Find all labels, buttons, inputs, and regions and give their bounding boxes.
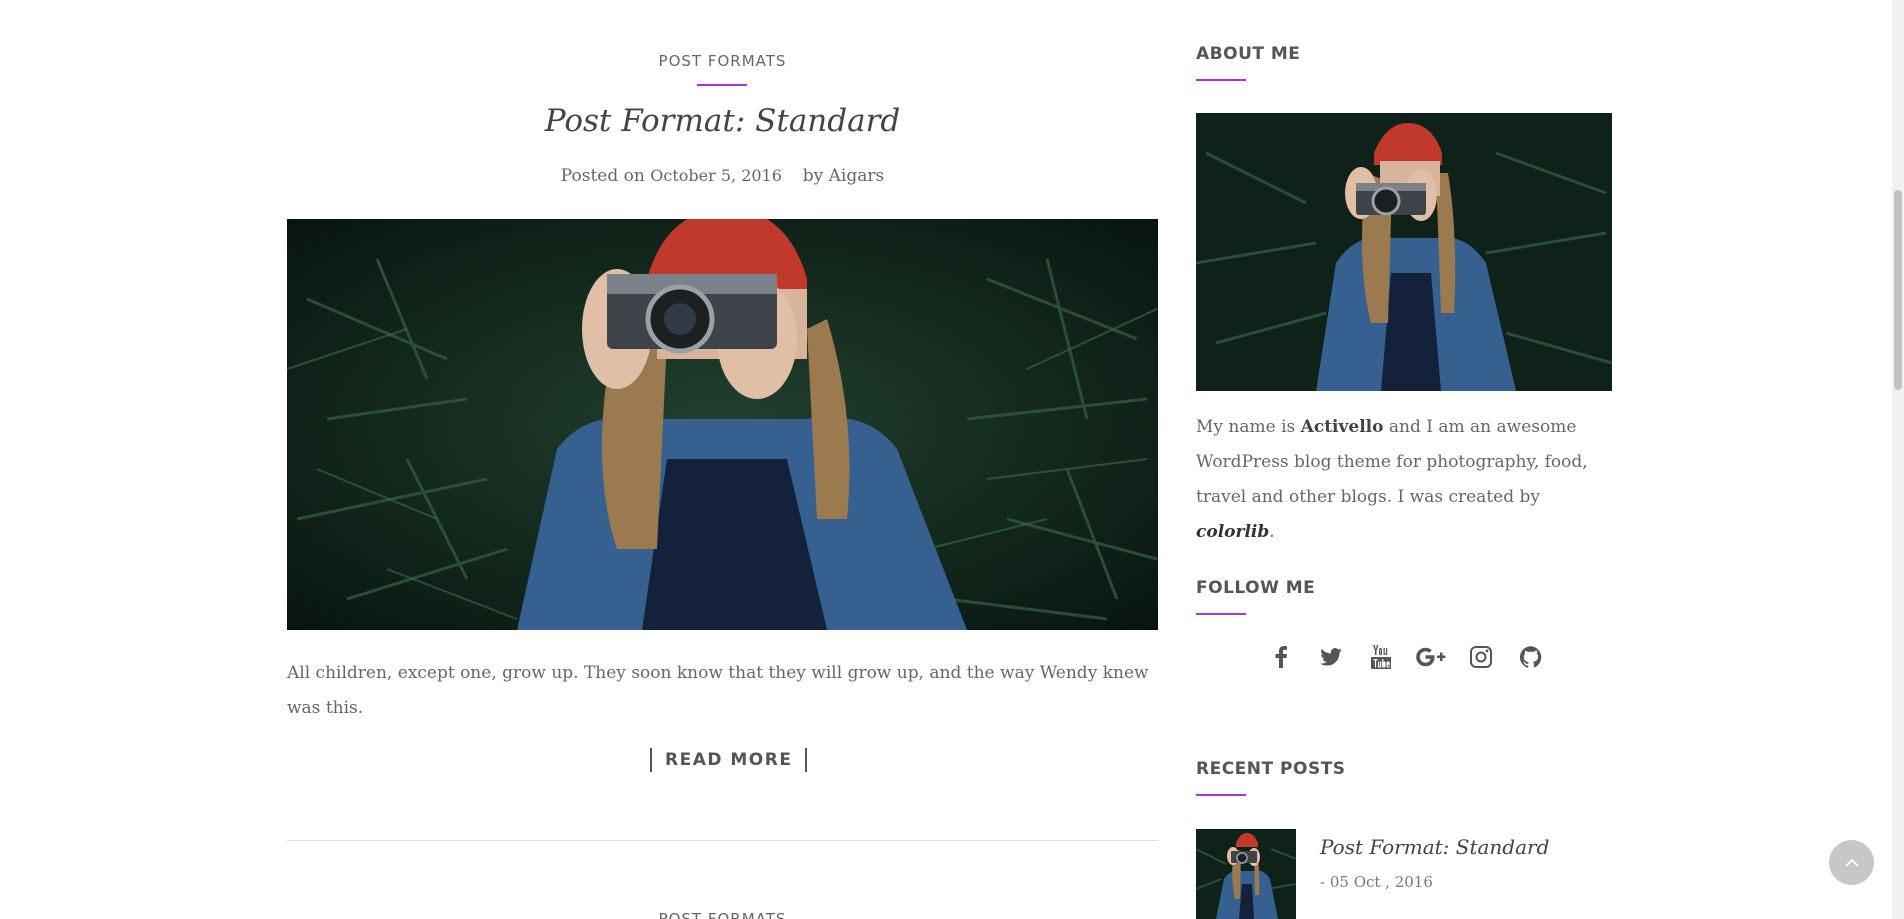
recent-post-title[interactable]: Post Format: Standard [1320, 835, 1549, 859]
colorlib-link[interactable]: colorlib [1196, 522, 1269, 542]
chevron-up-icon [1844, 858, 1859, 867]
instagram-icon[interactable] [1456, 642, 1506, 672]
recent-posts-underline [1196, 794, 1246, 796]
about-me-image [1196, 113, 1612, 391]
social-links [1256, 642, 1556, 672]
post-featured-image[interactable] [287, 219, 1158, 630]
post-divider [287, 840, 1158, 841]
about-name: Activello [1300, 417, 1384, 437]
posted-on-label: Posted on [560, 166, 645, 186]
facebook-icon[interactable] [1256, 642, 1306, 672]
twitter-icon[interactable] [1306, 642, 1356, 672]
post-author-link[interactable]: Aigars [829, 166, 885, 186]
read-more-button[interactable]: READ MORE [650, 748, 808, 772]
by-label: by [802, 166, 824, 186]
follow-me-underline [1196, 613, 1246, 615]
category-underline [697, 84, 747, 86]
post-excerpt: All children, except one, grow up. They … [287, 663, 1149, 718]
next-post-category[interactable]: POST FORMATS [287, 910, 1158, 919]
back-to-top-button[interactable] [1829, 840, 1874, 885]
recent-post-date: - 05 Oct , 2016 [1320, 873, 1433, 891]
google-plus-icon[interactable] [1406, 642, 1456, 672]
about-me-title: ABOUT ME [1196, 44, 1301, 64]
follow-me-title: FOLLOW ME [1196, 578, 1316, 598]
youtube-icon[interactable] [1356, 642, 1406, 672]
post-title[interactable]: Post Format: Standard [287, 103, 1158, 139]
post-date-link[interactable]: October 5, 2016 [650, 166, 782, 185]
scrollbar-thumb[interactable] [1894, 190, 1902, 390]
recent-posts-title: RECENT POSTS [1196, 759, 1346, 779]
about-me-text: My name is Activello and I am an awesome… [1196, 417, 1588, 542]
page-scrollbar[interactable] [1892, 0, 1904, 919]
recent-post-thumbnail[interactable] [1196, 829, 1296, 919]
about-me-underline [1196, 79, 1246, 81]
post-meta: Posted on October 5, 2016 by Aigars [287, 166, 1158, 186]
post-category[interactable]: POST FORMATS [287, 52, 1158, 70]
github-icon[interactable] [1506, 642, 1556, 672]
